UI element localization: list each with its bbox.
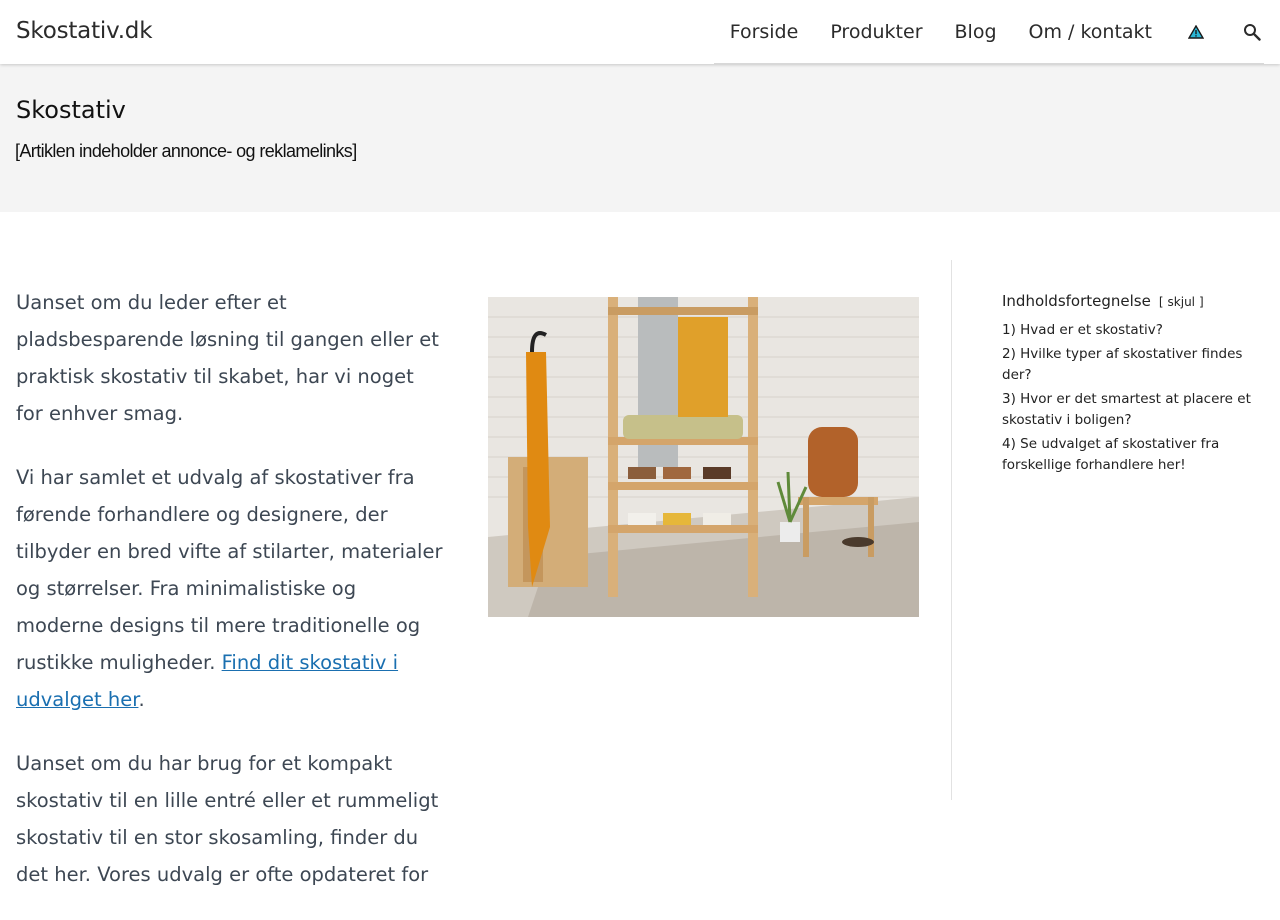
toc-link-3[interactable]: 3) Hvor er det smartest at placere et sk… [1002,391,1251,429]
nav-item-blog[interactable]: Blog [955,21,997,43]
toc-item-number: 3) [1002,390,1016,407]
search-icon[interactable] [1240,20,1264,44]
toc-title: Indholdsfortegnelse [1002,292,1151,310]
table-of-contents: Indholdsfortegnelse [ skjul] 1) Hvad er e… [1002,292,1252,479]
toc-item-label: Hvilke typer af skostativer findes der? [1002,345,1243,384]
intro-paragraph: Uanset om du leder efter et pladsbespare… [16,291,439,425]
toc-toggle-close: ] [1199,295,1204,309]
selection-end: . [138,688,145,711]
toc-link-2[interactable]: 2) Hvilke typer af skostativer findes de… [1002,346,1242,384]
toc-item-number: 2) [1002,345,1016,362]
selection-paragraph: Vi har samlet et udvalg af skostativer f… [16,459,446,718]
warning-icon[interactable] [1184,20,1208,44]
toc-item: 3) Hvor er det smartest at placere et sk… [1002,389,1252,432]
main-nav: Forside Produkter Blog Om / kontakt [713,0,1264,64]
page-hero: Skostativ [Artiklen indeholder annonce- … [0,64,1280,212]
toc-item-number: 4) [1002,435,1016,452]
toc-item-number: 1) [1002,322,1016,338]
site-header: Skostativ.dk Forside Produkter Blog Om /… [0,0,1280,64]
shoe-rack-image [488,297,919,617]
toc-link-4[interactable]: 4) Se udvalget af skostativer fra forske… [1002,436,1219,474]
nav-item-produkter[interactable]: Produkter [830,21,922,43]
page-title: Skostativ [16,96,126,124]
toc-item-label: Hvad er et skostativ? [1020,322,1163,338]
site-title-link[interactable]: Skostativ.dk [16,18,153,44]
toc-list: 1) Hvad er et skostativ? 2) Hvilke typer… [1002,320,1252,477]
toc-hide-link[interactable]: skjul [1168,295,1195,309]
assortment-paragraph: Uanset om du har brug for et kompakt sko… [16,752,439,886]
toc-link-1[interactable]: 1) Hvad er et skostativ? [1002,322,1163,338]
toc-header: Indholdsfortegnelse [ skjul] [1002,292,1252,310]
toc-item-label: Hvor er det smartest at placere et skost… [1002,390,1251,429]
nav-item-forside[interactable]: Forside [730,21,799,43]
ad-disclaimer: [Artiklen indeholder annonce- og reklame… [15,141,357,161]
toc-item: 1) Hvad er et skostativ? [1002,320,1252,342]
toc-item: 2) Hvilke typer af skostativer findes de… [1002,344,1252,387]
selection-text: Vi har samlet et udvalg af skostativer f… [16,466,443,674]
toc-toggle-open: [ [1158,295,1164,309]
toc-item-label: Se udvalget af skostativer fra forskelli… [1002,435,1220,474]
article-body: Uanset om du leder efter et pladsbespare… [16,284,446,920]
toc-item: 4) Se udvalget af skostativer fra forske… [1002,434,1252,477]
sidebar-divider [951,260,952,800]
nav-item-om-kontakt[interactable]: Om / kontakt [1029,21,1152,43]
toc-toggle: [ skjul] [1159,295,1204,309]
